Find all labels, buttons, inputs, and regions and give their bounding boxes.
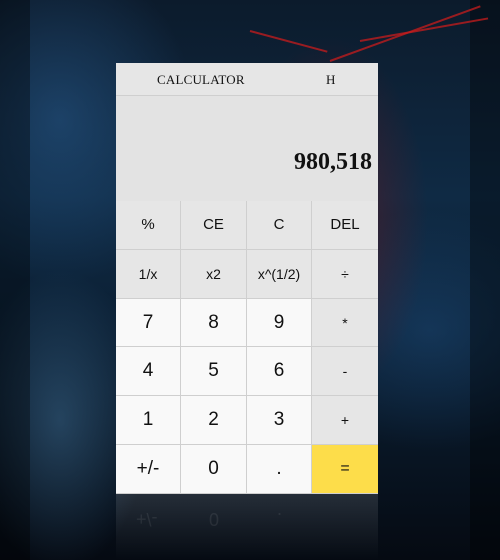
reflection-glyph: 0 — [209, 509, 220, 529]
multiply-button[interactable]: * — [312, 298, 378, 348]
background-streak — [359, 17, 489, 42]
divide-button[interactable]: ÷ — [312, 249, 378, 299]
digit-6-button[interactable]: 6 — [247, 347, 312, 397]
clear-entry-button[interactable]: CE — [181, 201, 247, 250]
square-root-button[interactable]: x^(1/2) — [247, 249, 312, 299]
display-panel: 980,518 — [116, 96, 378, 201]
digit-7-button[interactable]: 7 — [116, 298, 181, 348]
decimal-button[interactable]: . — [247, 445, 312, 494]
window-reflection: +/- 0 . — [116, 494, 378, 560]
add-button[interactable]: + — [312, 396, 378, 446]
background-shadow — [0, 0, 30, 560]
clear-button[interactable]: C — [247, 201, 312, 250]
digit-9-button[interactable]: 9 — [247, 298, 312, 348]
digit-1-button[interactable]: 1 — [116, 396, 181, 446]
display-value: 980,518 — [294, 149, 372, 175]
digit-0-button[interactable]: 0 — [181, 445, 247, 494]
digit-4-button[interactable]: 4 — [116, 347, 181, 397]
background-shadow — [470, 0, 500, 560]
reflection-glyph: . — [277, 509, 283, 529]
equals-button[interactable]: = — [312, 445, 378, 494]
app-title: CALCULATOR — [157, 72, 245, 87]
square-button[interactable]: x2 — [181, 249, 247, 299]
digit-3-button[interactable]: 3 — [247, 396, 312, 446]
reflection-glyph: +/- — [136, 509, 158, 529]
percent-button[interactable]: % — [116, 201, 181, 250]
menu-button[interactable]: H — [326, 72, 335, 88]
subtract-button[interactable]: - — [312, 347, 378, 397]
negate-button[interactable]: +/- — [116, 445, 181, 494]
title-bar: CALCULATOR H — [116, 63, 378, 96]
calculator-window: CALCULATOR H 980,518 % CE C DEL 1/x x2 x… — [116, 63, 378, 494]
keypad: % CE C DEL 1/x x2 x^(1/2) ÷ 7 8 9 * 4 5 … — [116, 201, 378, 494]
digit-5-button[interactable]: 5 — [181, 347, 247, 397]
background-streak — [249, 30, 328, 53]
reciprocal-button[interactable]: 1/x — [116, 249, 181, 299]
digit-8-button[interactable]: 8 — [181, 298, 247, 348]
digit-2-button[interactable]: 2 — [181, 396, 247, 446]
delete-button[interactable]: DEL — [312, 201, 378, 250]
